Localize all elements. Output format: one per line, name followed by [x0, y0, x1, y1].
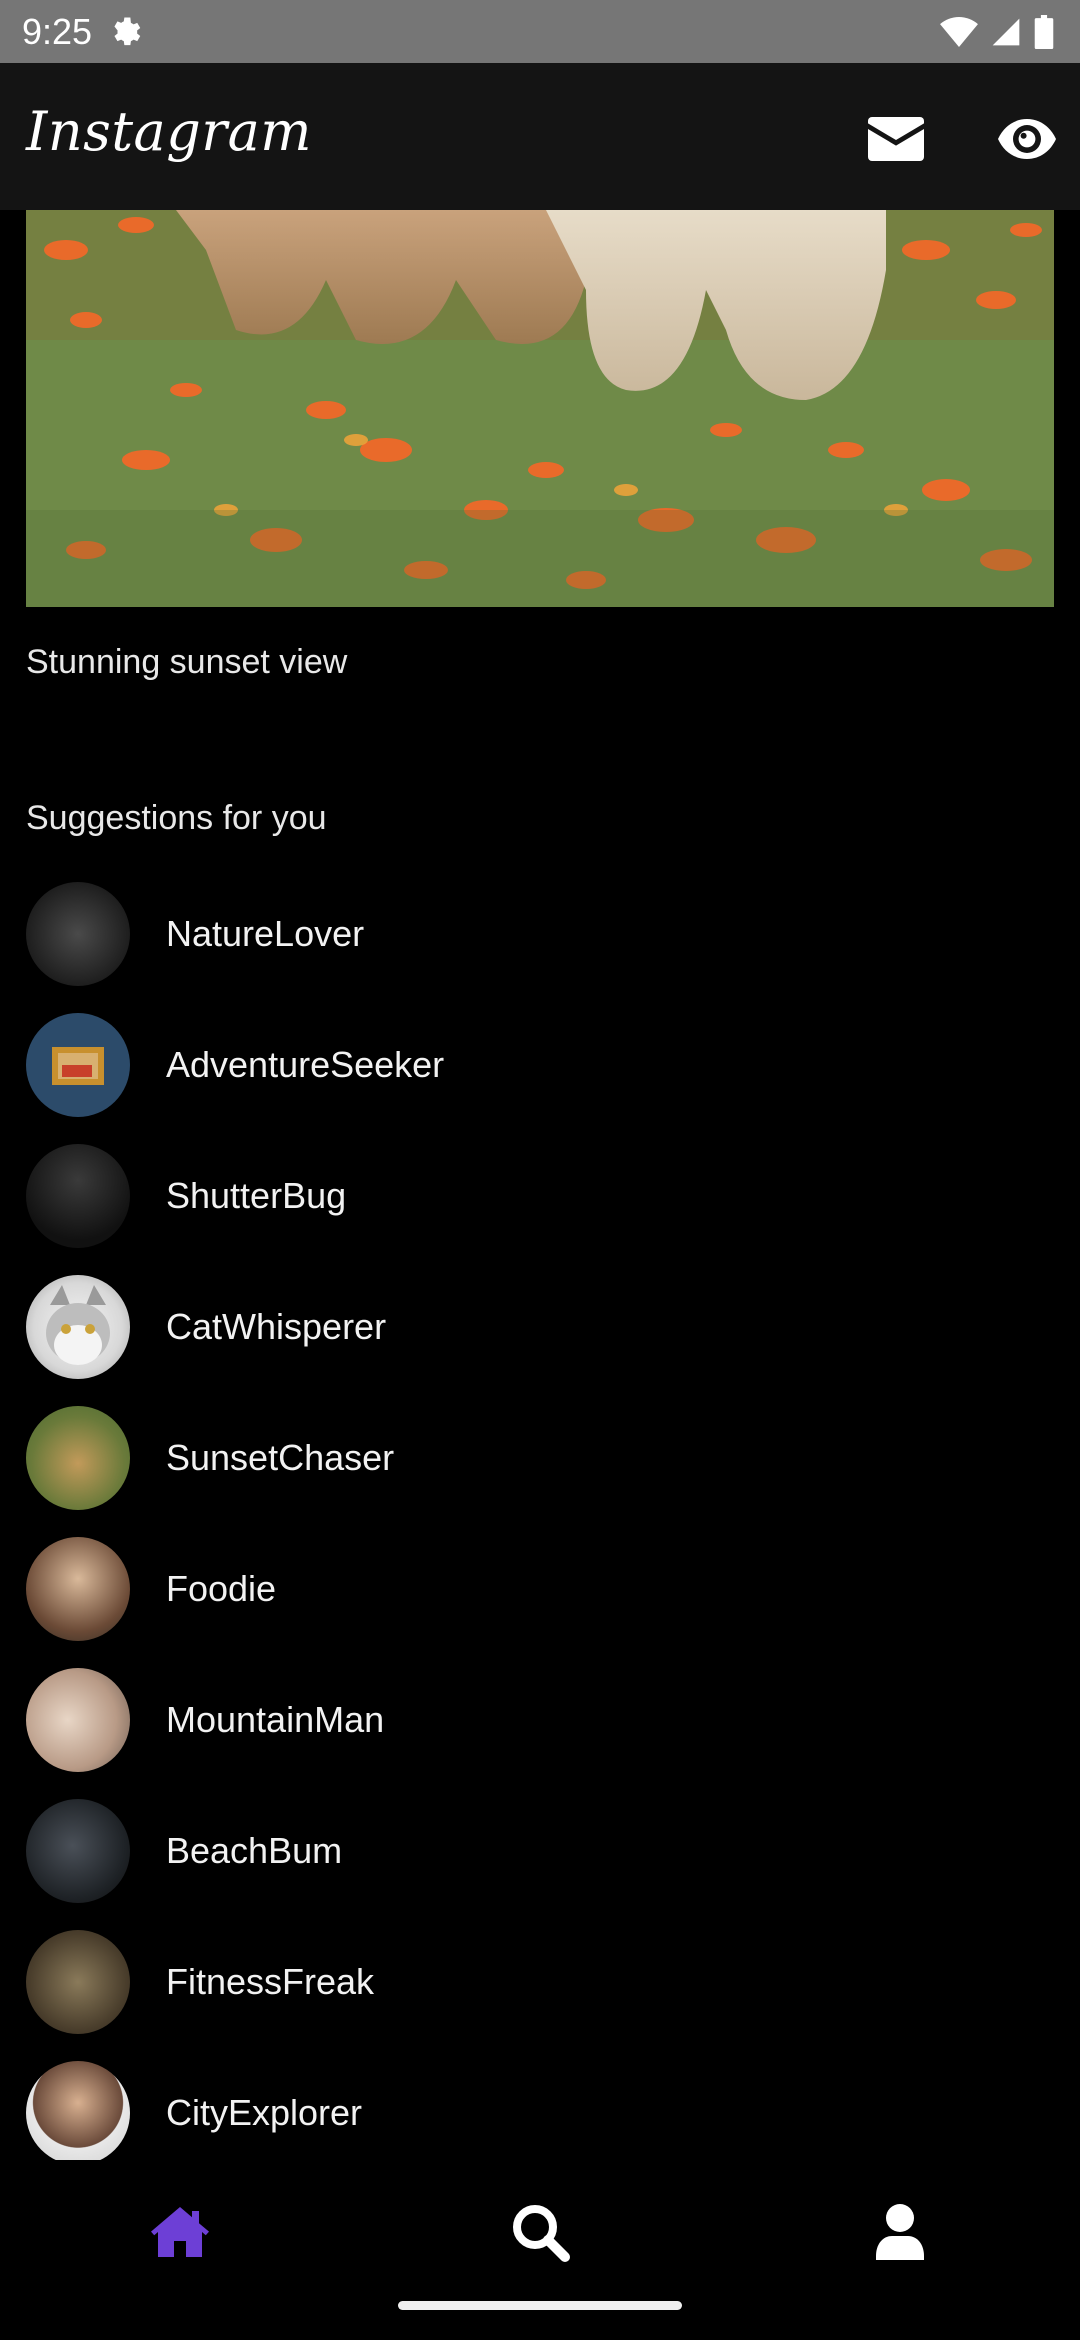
view-button[interactable]: [995, 107, 1059, 171]
gesture-handle[interactable]: [398, 2301, 682, 2310]
nav-home-button[interactable]: [140, 2192, 220, 2272]
suggestion-item[interactable]: Foodie: [26, 1523, 1054, 1654]
avatar[interactable]: [26, 1667, 130, 1772]
suggestion-username[interactable]: SunsetChaser: [166, 1436, 394, 1480]
nav-search-button[interactable]: [500, 2192, 580, 2272]
envelope-icon: [868, 117, 924, 161]
post-photo: [26, 210, 1054, 607]
status-icons: [940, 14, 1054, 50]
suggestion-item[interactable]: CatWhisperer: [26, 1261, 1054, 1392]
suggestion-username[interactable]: ShutterBug: [166, 1174, 346, 1218]
suggestion-username[interactable]: NatureLover: [166, 912, 364, 956]
avatar[interactable]: [26, 881, 130, 986]
signal-icon: [992, 18, 1020, 46]
suggestion-username[interactable]: Foodie: [166, 1567, 276, 1611]
suggestion-item[interactable]: ShutterBug: [26, 1130, 1054, 1261]
post-caption: Stunning sunset view: [26, 643, 348, 681]
avatar-picture: [46, 1284, 110, 1365]
messages-button[interactable]: [864, 107, 928, 171]
settings-gear-icon: [114, 17, 141, 46]
suggestion-item[interactable]: AdventureSeeker: [26, 999, 1054, 1130]
suggestion-username[interactable]: CatWhisperer: [166, 1305, 386, 1349]
avatar[interactable]: [26, 2060, 130, 2165]
suggestion-item[interactable]: BeachBum: [26, 1785, 1054, 1916]
suggestion-username[interactable]: BeachBum: [166, 1829, 342, 1873]
avatar[interactable]: [26, 1143, 130, 1248]
avatar-picture: [52, 1046, 104, 1085]
avatar[interactable]: [26, 1405, 130, 1510]
suggestion-item[interactable]: MountainMan: [26, 1654, 1054, 1785]
profile-icon: [876, 2204, 924, 2260]
avatar[interactable]: [26, 1274, 130, 1379]
wifi-icon: [940, 17, 978, 47]
status-time: 9:25: [22, 11, 93, 52]
avatar[interactable]: [26, 1012, 130, 1117]
suggestion-username[interactable]: MountainMan: [166, 1698, 384, 1742]
avatar[interactable]: [26, 1798, 130, 1903]
avatar[interactable]: [26, 1929, 130, 2034]
post-image[interactable]: [26, 210, 1054, 607]
suggestions-heading: Suggestions for you: [26, 799, 327, 837]
app-logo: Instagram: [26, 100, 312, 163]
home-icon: [151, 2207, 209, 2257]
suggestion-item[interactable]: FitnessFreak: [26, 1916, 1054, 2047]
nav-profile-button[interactable]: [860, 2192, 940, 2272]
suggestion-item[interactable]: SunsetChaser: [26, 1392, 1054, 1523]
status-bar: 9:25: [0, 0, 1080, 63]
avatar[interactable]: [26, 1536, 130, 1641]
battery-icon: [1034, 15, 1054, 49]
search-icon: [513, 2205, 570, 2262]
bottom-nav: [0, 2160, 1080, 2340]
suggestion-username[interactable]: AdventureSeeker: [166, 1043, 444, 1087]
suggestion-item[interactable]: NatureLover: [26, 868, 1054, 999]
suggestion-username[interactable]: CityExplorer: [166, 2091, 362, 2135]
eye-icon: [998, 119, 1056, 159]
suggestions-list: NatureLover AdventureSeeker ShutterBug C…: [26, 868, 1054, 2178]
suggestion-item[interactable]: CityExplorer: [26, 2047, 1054, 2178]
suggestion-username[interactable]: FitnessFreak: [166, 1960, 374, 2004]
app-bar: Instagram: [0, 63, 1080, 210]
